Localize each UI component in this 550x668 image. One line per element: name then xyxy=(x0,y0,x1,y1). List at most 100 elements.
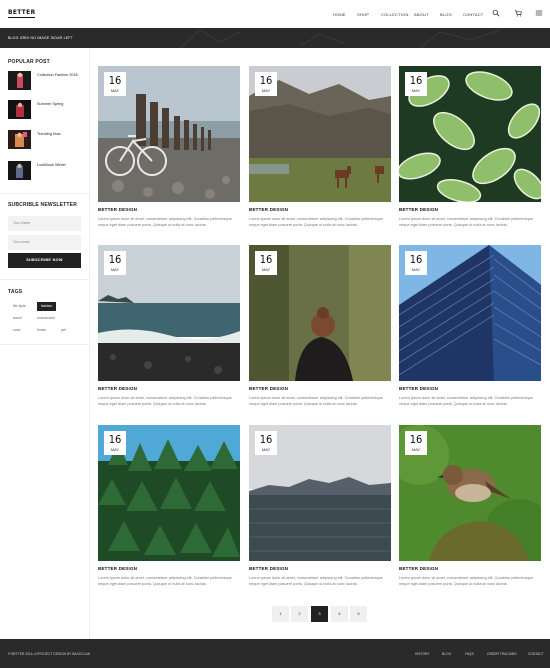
card-title[interactable]: BETTER DESIGN xyxy=(249,566,288,571)
date-month: MAY xyxy=(411,267,421,272)
search-icon[interactable] xyxy=(492,9,500,17)
card-excerpt: Lorem ipsum dolor sit amet, consectetuer… xyxy=(399,217,533,227)
blog-card: 16 MAY BETTER DESIGN Lorem ipsum dolor si… xyxy=(399,66,541,238)
date-day: 16 xyxy=(259,253,273,266)
date-badge: 16 MAY xyxy=(104,251,126,275)
card-title[interactable]: BETTER DESIGN xyxy=(399,207,438,212)
footer-link-blog[interactable]: BLOG xyxy=(442,652,451,656)
footer-link-contact[interactable]: CONTACT xyxy=(528,652,544,656)
cart-icon[interactable] xyxy=(514,9,522,17)
copyright: © BETTER 2016. A PROJECT DESIGN BY BACKC… xyxy=(8,652,90,656)
blog-card: 16 MAY BETTER DESIGN Lorem ipsum dolor si… xyxy=(399,425,541,597)
post-title[interactable]: Trending Now xyxy=(37,132,61,136)
card-title[interactable]: BETTER DESIGN xyxy=(249,207,288,212)
popular-post-item[interactable]: Collection Fashion 2016 xyxy=(8,71,86,91)
date-month: MAY xyxy=(110,88,120,93)
card-title[interactable]: BETTER DESIGN xyxy=(399,566,438,571)
post-thumbnail[interactable] xyxy=(8,130,31,149)
tags-title: TAGS xyxy=(8,289,23,295)
blog-image-lake[interactable]: 16 MAY xyxy=(249,425,391,561)
page-3-button[interactable]: 3 xyxy=(311,606,328,622)
card-title[interactable]: BETTER DESIGN xyxy=(98,207,137,212)
banner-background xyxy=(179,29,501,48)
post-thumbnail[interactable] xyxy=(8,161,31,180)
date-day: 16 xyxy=(409,433,423,446)
card-title[interactable]: BETTER DESIGN xyxy=(399,386,438,391)
tag-pet[interactable]: pet xyxy=(57,326,70,335)
post-title[interactable]: LookBook Winter xyxy=(37,163,66,167)
date-badge: 16 MAY xyxy=(405,431,427,455)
post-title[interactable]: Collection Fashion 2016 xyxy=(37,73,78,77)
date-month: MAY xyxy=(110,267,120,272)
date-day: 16 xyxy=(409,74,423,87)
nav-about[interactable]: ABOUT xyxy=(414,12,429,17)
footer-link-faqs[interactable]: FAQS xyxy=(465,652,474,656)
blog-image-building[interactable]: 16 MAY xyxy=(399,245,541,381)
post-thumbnail[interactable] xyxy=(8,100,31,119)
date-day: 16 xyxy=(409,253,423,266)
site-logo[interactable]: BETTER xyxy=(8,8,36,18)
date-badge: 16 MAY xyxy=(104,72,126,96)
card-title[interactable]: BETTER DESIGN xyxy=(98,566,137,571)
card-title[interactable]: BETTER DESIGN xyxy=(98,386,137,391)
page-5-button[interactable]: 5 xyxy=(350,606,367,622)
card-excerpt: Lorem ipsum dolor sit amet, consectetuer… xyxy=(98,576,232,586)
blog-image-sparrow[interactable]: 16 MAY xyxy=(399,425,541,561)
card-title[interactable]: BETTER DESIGN xyxy=(249,386,288,391)
nav-shop[interactable]: SHOP xyxy=(357,12,369,17)
sidebar-divider xyxy=(0,344,90,345)
blog-card: 16 MAY BETTER DESIGN Lorem ipsum dolor si… xyxy=(98,425,240,597)
blog-image-leaves[interactable]: 16 MAY xyxy=(399,66,541,202)
blog-card: 16 MAY BETTER DESIGN Lorem ipsum dolor si… xyxy=(249,425,391,597)
page-1-button[interactable]: 1 xyxy=(272,606,289,622)
card-excerpt: Lorem ipsum dolor sit amet, consectetuer… xyxy=(98,217,232,227)
popular-post-item[interactable]: LookBook Winter xyxy=(8,161,86,181)
name-field[interactable]: Your Name xyxy=(8,216,81,231)
blog-card: 16 MAY BETTER DESIGN Lorem ipsum dolor si… xyxy=(249,66,391,238)
blog-card: 16 MAY BETTER DESIGN Lorem ipsum dolor si… xyxy=(249,245,391,417)
nav-collection[interactable]: COLLECTION xyxy=(381,12,409,17)
email-field[interactable]: Your email xyxy=(8,235,81,250)
tag-color[interactable]: color xyxy=(9,326,25,335)
blog-image-beach[interactable]: 16 MAY xyxy=(98,245,240,381)
footer-link-history[interactable]: HISTORY xyxy=(415,652,430,656)
date-day: 16 xyxy=(259,74,273,87)
nav-contact[interactable]: CONTACT xyxy=(463,12,483,17)
popular-post-title: POPULAR POST xyxy=(8,59,50,65)
blog-image-woman[interactable]: 16 MAY xyxy=(249,245,391,381)
date-badge: 16 MAY xyxy=(255,251,277,275)
blog-image-horses[interactable]: 16 MAY xyxy=(249,66,391,202)
date-badge: 16 MAY xyxy=(405,251,427,275)
page-4-button[interactable]: 4 xyxy=(331,606,348,622)
footer-link-order-tracking[interactable]: ORDER TRACKING xyxy=(487,652,517,656)
date-month: MAY xyxy=(261,447,271,452)
popular-post-item[interactable]: Summer Spring xyxy=(8,100,86,120)
card-excerpt: Lorem ipsum dolor sit amet, consectetuer… xyxy=(249,217,383,227)
blog-image-bicycle[interactable]: 16 MAY xyxy=(98,66,240,202)
page-2-button[interactable]: 2 xyxy=(291,606,308,622)
post-title[interactable]: Summer Spring xyxy=(37,102,63,106)
date-month: MAY xyxy=(261,88,271,93)
date-month: MAY xyxy=(261,267,271,272)
blog-card: 16 MAY BETTER DESIGN Lorem ipsum dolor si… xyxy=(399,245,541,417)
popular-post-item[interactable]: Trending Now xyxy=(8,130,86,150)
tag-fashion[interactable]: fashion xyxy=(37,302,57,311)
post-thumbnail[interactable] xyxy=(8,71,31,90)
subscribe-label: SUBSCRIBE NOW xyxy=(26,258,63,262)
tag-flower[interactable]: flower xyxy=(33,326,50,335)
blog-card: 16 MAY BETTER DESIGN Lorem ipsum dolor si… xyxy=(98,245,240,417)
sidebar-divider xyxy=(0,279,90,280)
menu-icon[interactable] xyxy=(535,9,543,17)
blog-image-forest[interactable]: 16 MAY xyxy=(98,425,240,561)
nav-home[interactable]: HOME xyxy=(333,12,346,17)
date-badge: 16 MAY xyxy=(104,431,126,455)
nav-blog[interactable]: BLOG xyxy=(440,12,452,17)
site-header: BETTER HOME SHOP COLLECTION ABOUT BLOG C… xyxy=(0,0,550,28)
date-day: 16 xyxy=(108,433,122,446)
tag-travel[interactable]: travel xyxy=(9,314,26,323)
card-excerpt: Lorem ipsum dolor sit amet, consectetuer… xyxy=(249,576,383,586)
tag-smartcosmt[interactable]: smartcosmt xyxy=(33,314,59,323)
date-month: MAY xyxy=(110,447,120,452)
tag-life-style[interactable]: life style xyxy=(9,302,30,311)
subscribe-button[interactable]: SUBSCRIBE NOW xyxy=(8,253,81,268)
